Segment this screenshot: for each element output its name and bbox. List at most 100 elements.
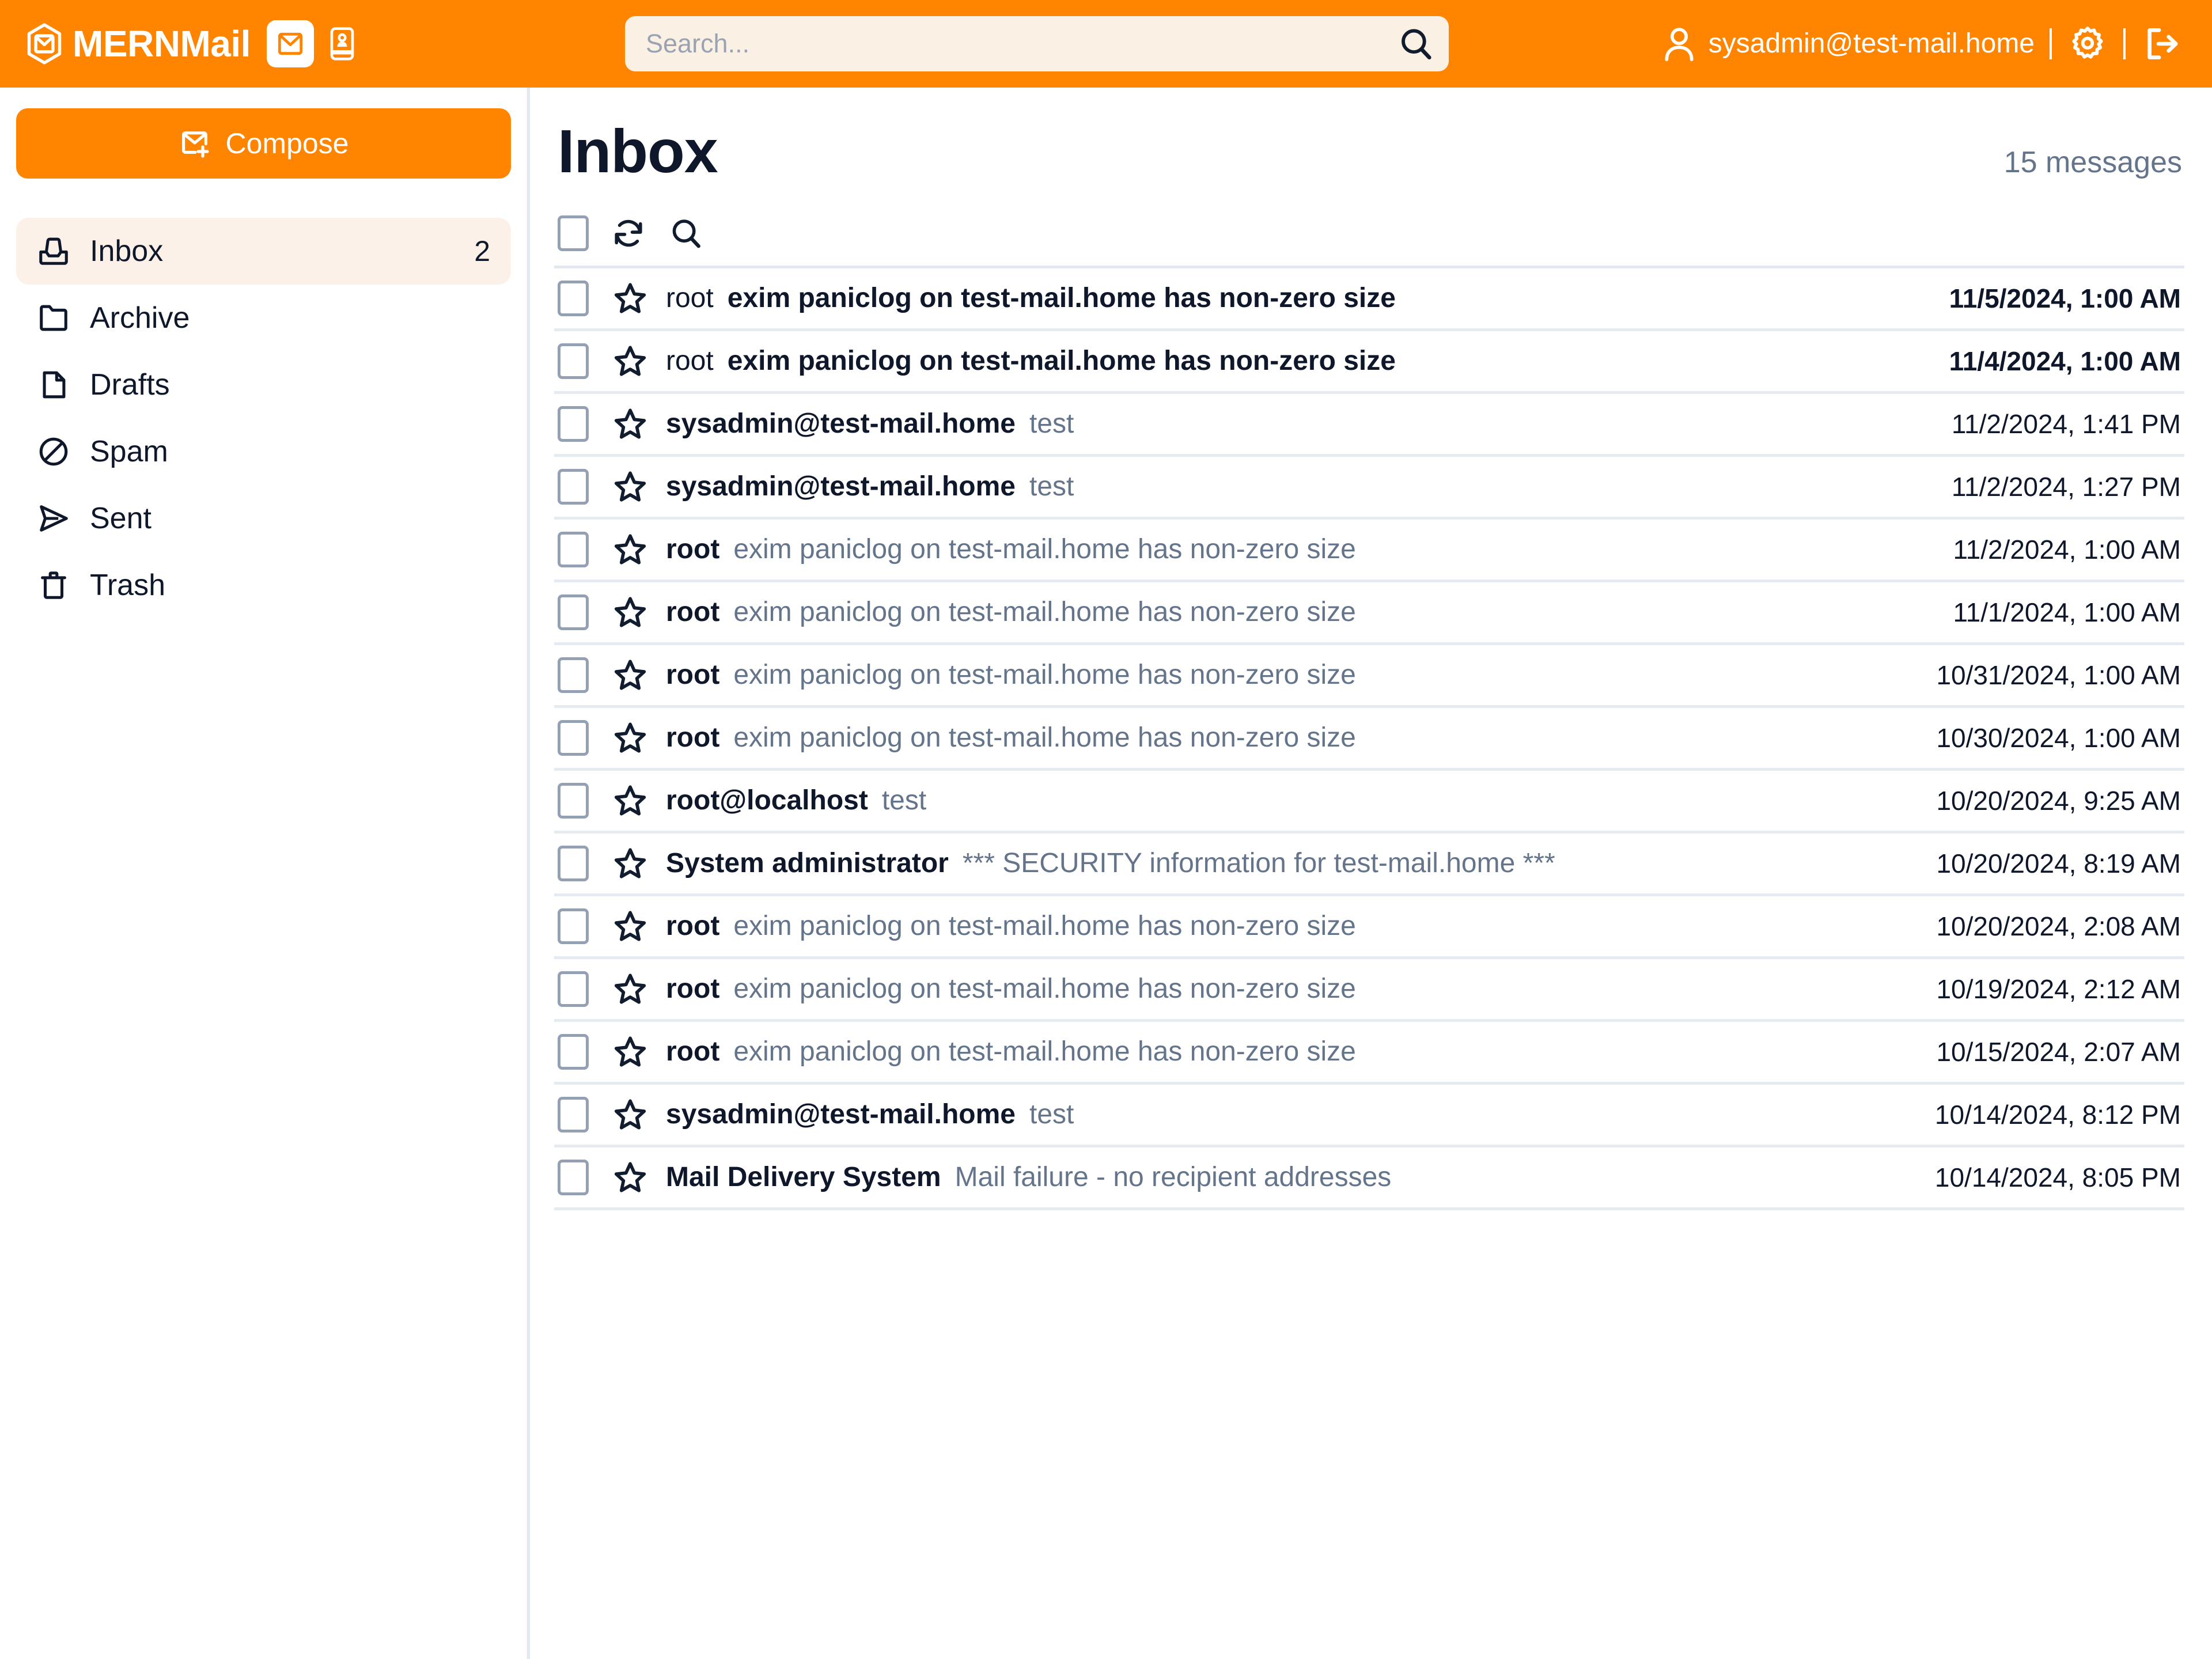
star-icon <box>614 974 646 1004</box>
message-row[interactable]: sysadmin@test-mail.home test 11/2/2024, 1:… <box>554 457 2184 520</box>
message-sender: root <box>666 911 720 941</box>
message-row[interactable]: sysadmin@test-mail.home test 11/2/2024, 1:… <box>554 394 2184 457</box>
message-subject: exim paniclog on test-mail.home has non-… <box>733 722 1356 753</box>
message-row[interactable]: root exim paniclog on test-mail.home has … <box>554 959 2184 1022</box>
refresh-button[interactable] <box>611 215 646 251</box>
brand[interactable]: MERNMail <box>26 23 251 65</box>
list-search-button[interactable] <box>668 215 704 251</box>
message-row[interactable]: root exim paniclog on test-mail.home has … <box>554 582 2184 645</box>
refresh-icon <box>615 219 642 247</box>
sidebar-item-archive[interactable]: Archive <box>16 285 511 351</box>
sidebar-item-label: Sent <box>90 502 151 535</box>
message-date: 11/1/2024, 1:00 AM <box>1953 597 2181 627</box>
sidebar-item-inbox[interactable]: Inbox 2 <box>16 218 511 285</box>
folder-nav: Inbox 2 Archive Drafts Spam Sent Trash <box>16 218 511 619</box>
message-row[interactable]: root exim paniclog on test-mail.home has … <box>554 896 2184 959</box>
mail-box-logo-icon <box>27 23 62 65</box>
star-icon <box>614 597 646 627</box>
star-icon <box>614 471 646 502</box>
star-button[interactable] <box>612 657 649 694</box>
message-sender: root@localhost <box>666 785 868 816</box>
message-row[interactable]: sysadmin@test-mail.home test 10/14/2024, 8… <box>554 1085 2184 1147</box>
message-row[interactable]: Mail Delivery System Mail failure - no re… <box>554 1147 2184 1210</box>
star-icon <box>614 848 646 878</box>
sidebar-item-spam[interactable]: Spam <box>16 418 511 485</box>
logout-button[interactable] <box>2141 23 2182 65</box>
message-select-checkbox[interactable] <box>558 720 589 756</box>
message-subject: exim paniclog on test-mail.home has non-… <box>733 911 1356 941</box>
message-select-checkbox[interactable] <box>558 657 589 693</box>
star-button[interactable] <box>612 343 649 380</box>
message-select-checkbox[interactable] <box>558 783 589 819</box>
star-button[interactable] <box>612 468 649 505</box>
sidebar-item-drafts[interactable]: Drafts <box>16 351 511 418</box>
compose-envelope-plus-icon <box>181 131 209 158</box>
message-select-checkbox[interactable] <box>558 532 589 567</box>
message-select-checkbox[interactable] <box>558 971 589 1007</box>
message-select-checkbox[interactable] <box>558 343 589 379</box>
sidebar-item-label: Trash <box>90 569 165 602</box>
message-subject: test <box>1029 408 1074 439</box>
message-date: 10/19/2024, 2:12 AM <box>1936 974 2181 1004</box>
message-row[interactable]: root exim paniclog on test-mail.home has … <box>554 331 2184 394</box>
message-row[interactable]: root exim paniclog on test-mail.home has … <box>554 645 2184 708</box>
message-select-checkbox[interactable] <box>558 1097 589 1132</box>
message-row[interactable]: root exim paniclog on test-mail.home has … <box>554 268 2184 331</box>
top-bar: MERNMail Search... sysadmin@test-mail.ho… <box>0 0 2212 88</box>
message-row[interactable]: root exim paniclog on test-mail.home has … <box>554 708 2184 771</box>
message-select-checkbox[interactable] <box>558 594 589 630</box>
message-row[interactable]: root@localhost test 10/20/2024, 9:25 AM <box>554 771 2184 834</box>
account-chip[interactable]: sysadmin@test-mail.home <box>1662 26 2035 62</box>
message-sender: root <box>666 1036 720 1067</box>
message-select-checkbox[interactable] <box>558 469 589 505</box>
search-icon <box>672 219 700 248</box>
message-select-checkbox[interactable] <box>558 846 589 881</box>
message-select-checkbox[interactable] <box>558 908 589 944</box>
search-submit-button[interactable] <box>1396 24 1436 64</box>
message-select-checkbox[interactable] <box>558 281 589 316</box>
separator <box>2050 28 2052 59</box>
message-row[interactable]: root exim paniclog on test-mail.home has … <box>554 1022 2184 1085</box>
star-button[interactable] <box>612 531 649 568</box>
compose-button-label: Compose <box>225 127 349 160</box>
star-button[interactable] <box>612 280 649 317</box>
select-all-checkbox[interactable] <box>558 215 589 251</box>
message-sender: sysadmin@test-mail.home <box>666 1099 1016 1130</box>
sidebar-item-trash[interactable]: Trash <box>16 552 511 619</box>
message-row[interactable]: root exim paniclog on test-mail.home has … <box>554 520 2184 582</box>
star-icon <box>614 346 646 376</box>
contacts-shortcut-button[interactable] <box>322 21 362 66</box>
star-button[interactable] <box>612 1159 649 1196</box>
message-subject: exim paniclog on test-mail.home has non-… <box>733 660 1356 690</box>
settings-button[interactable] <box>2067 23 2108 65</box>
message-select-checkbox[interactable] <box>558 1034 589 1070</box>
search-input[interactable] <box>625 16 1449 71</box>
message-date: 10/20/2024, 8:19 AM <box>1936 848 2181 878</box>
message-subject: exim paniclog on test-mail.home has non-… <box>733 1036 1356 1067</box>
sidebar-item-sent[interactable]: Sent <box>16 485 511 552</box>
star-button[interactable] <box>612 971 649 1007</box>
message-text: root exim paniclog on test-mail.home has … <box>666 535 1356 565</box>
star-button[interactable] <box>612 406 649 442</box>
star-button[interactable] <box>612 845 649 882</box>
compose-button[interactable]: Compose <box>16 108 511 179</box>
message-date: 10/31/2024, 1:00 AM <box>1936 660 2181 690</box>
message-select-checkbox[interactable] <box>558 406 589 442</box>
message-subject: *** SECURITY information for test-mail.h… <box>962 848 1555 878</box>
star-icon <box>614 408 646 439</box>
message-row[interactable]: System administrator *** SECURITY informa… <box>554 834 2184 896</box>
star-button[interactable] <box>612 1033 649 1070</box>
message-sender: System administrator <box>666 848 949 878</box>
message-date: 11/2/2024, 1:00 AM <box>1953 534 2181 565</box>
search-container <box>625 16 1449 71</box>
star-button[interactable] <box>612 782 649 819</box>
star-button[interactable] <box>612 594 649 631</box>
star-button[interactable] <box>612 1096 649 1133</box>
brand-name: MERNMail <box>73 23 251 65</box>
star-button[interactable] <box>612 908 649 945</box>
mail-shortcut-button[interactable] <box>266 20 314 67</box>
star-icon <box>614 660 646 690</box>
message-date: 10/15/2024, 2:07 AM <box>1936 1036 2181 1067</box>
message-select-checkbox[interactable] <box>558 1160 589 1195</box>
star-button[interactable] <box>612 719 649 756</box>
